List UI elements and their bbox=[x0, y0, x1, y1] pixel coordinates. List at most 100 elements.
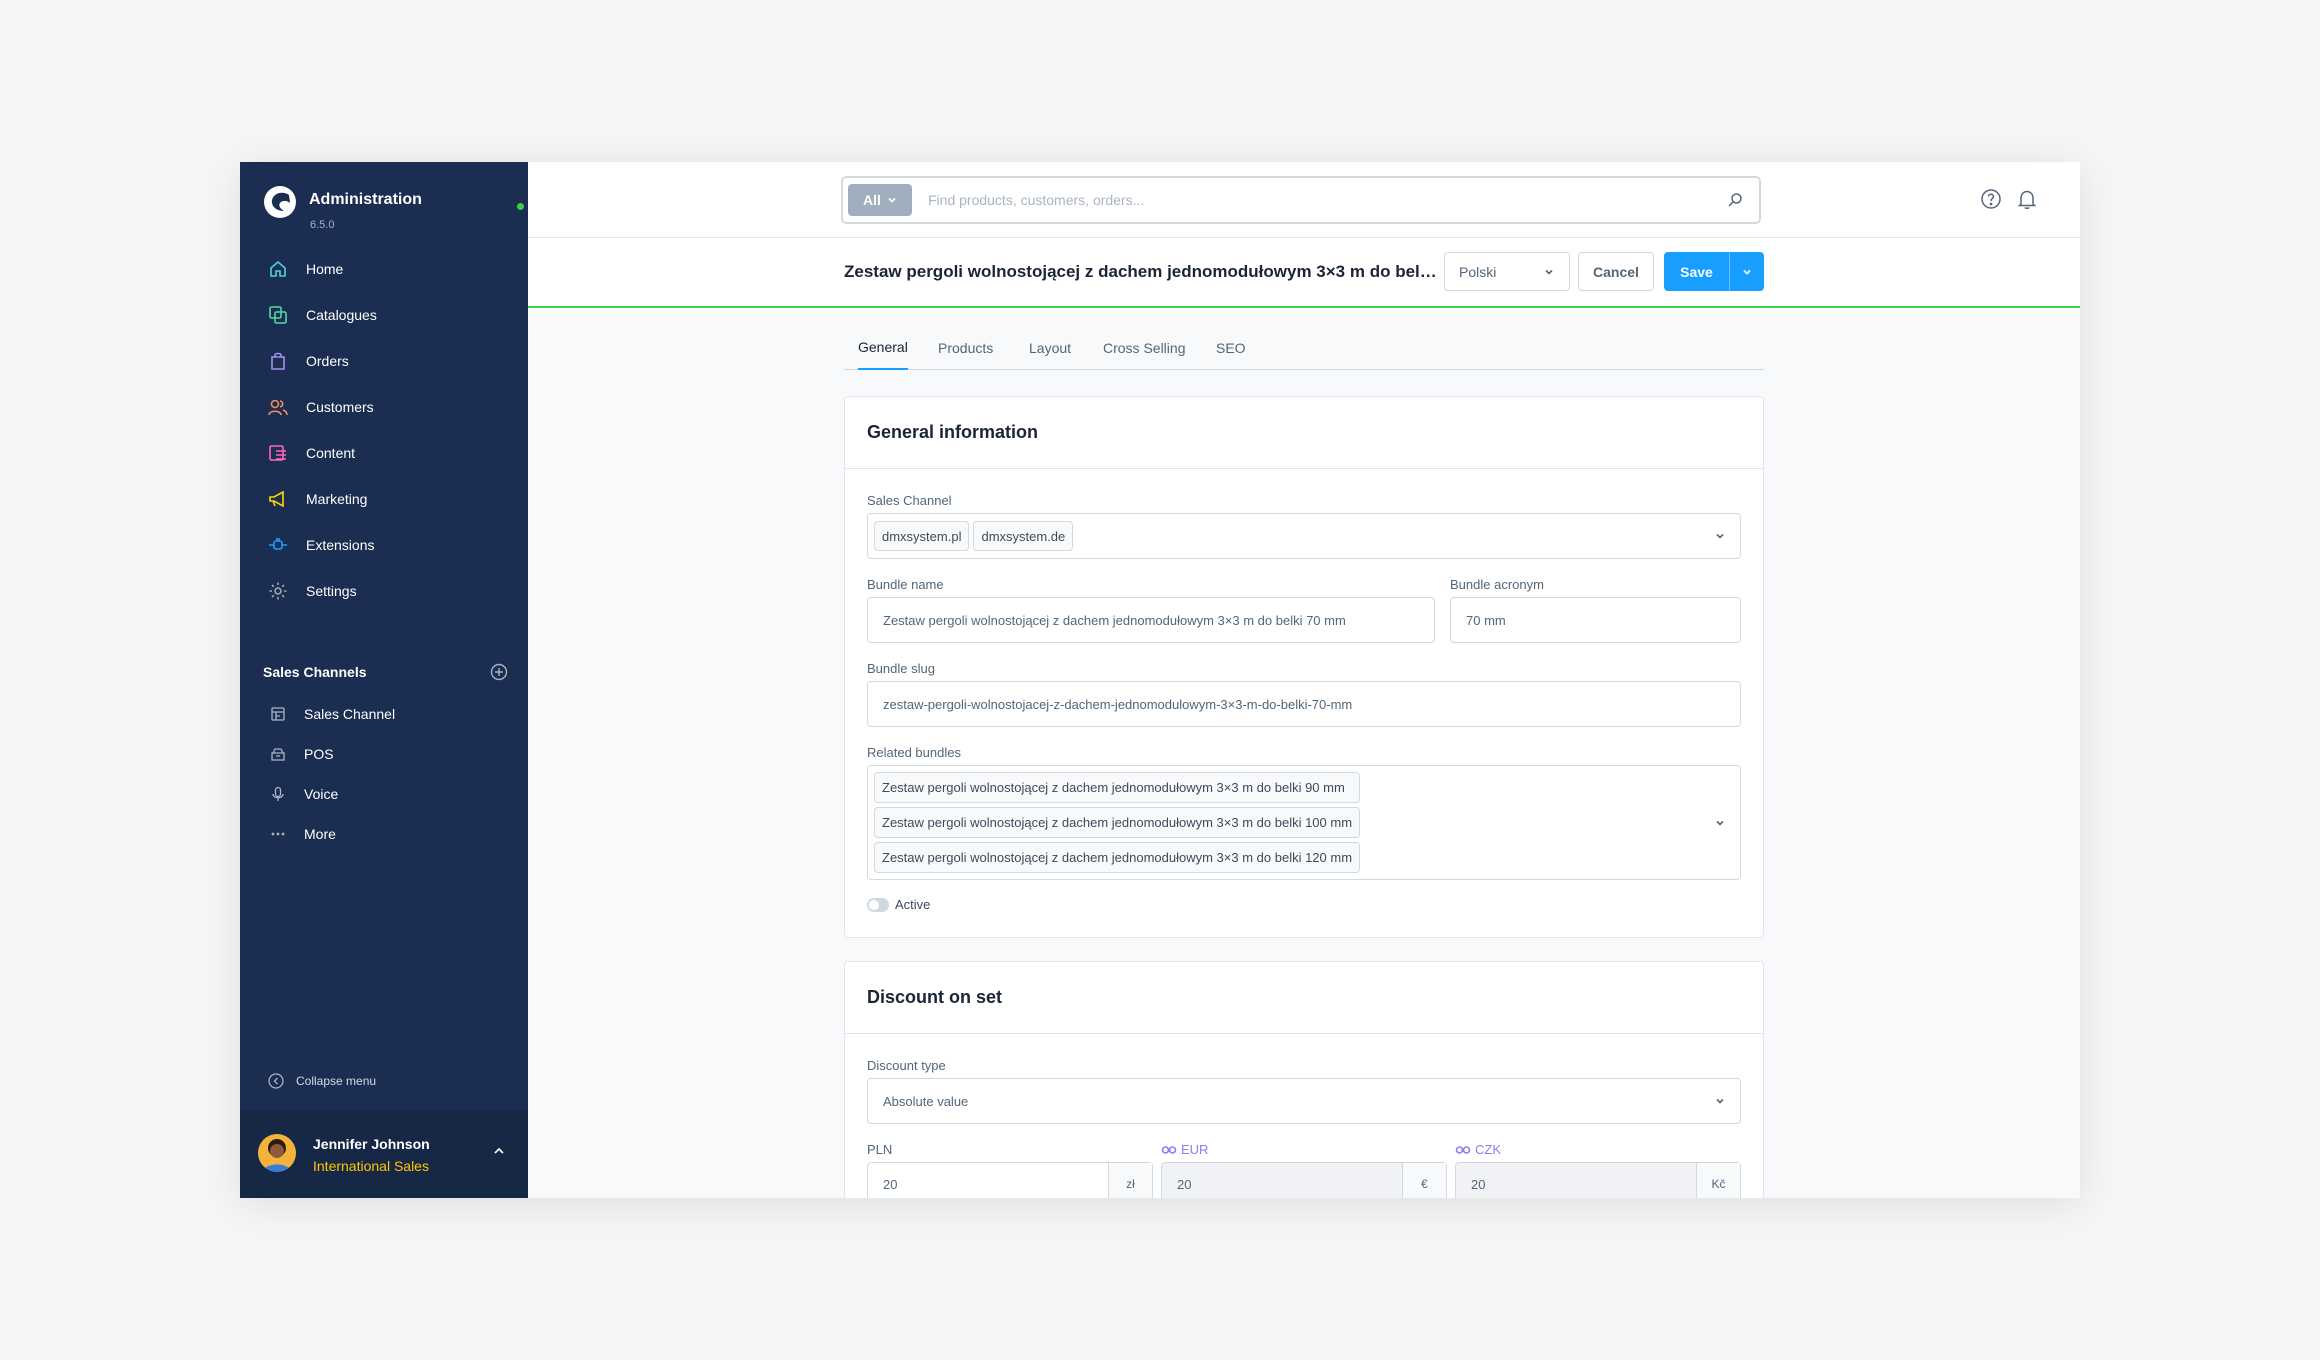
save-button[interactable]: Save bbox=[1664, 252, 1729, 291]
main-content: General Products Layout Cross Selling SE… bbox=[528, 310, 2080, 1198]
nav-item-customers[interactable]: Customers bbox=[240, 384, 528, 430]
app-version: 6.5.0 bbox=[310, 219, 335, 231]
link-icon[interactable] bbox=[1455, 1145, 1471, 1155]
sales-channel-label-more: More bbox=[304, 826, 336, 842]
tab-products[interactable]: Products bbox=[938, 326, 993, 370]
search-icon[interactable] bbox=[1727, 192, 1743, 208]
sidebar: Administration 6.5.0 Home Catalogues Ord… bbox=[240, 162, 528, 1198]
language-switch[interactable]: Polski bbox=[1444, 252, 1570, 291]
price-input-czk[interactable]: 20 Kč bbox=[1455, 1162, 1741, 1198]
currency-label-eur-wrap: EUR bbox=[1161, 1142, 1208, 1157]
bundle-acronym-value: 70 mm bbox=[1466, 612, 1506, 628]
related-bundles-select[interactable]: Zestaw pergoli wolnostojącej z dachem je… bbox=[867, 765, 1741, 880]
user-profile[interactable]: Jennifer Johnson International Sales bbox=[240, 1110, 528, 1198]
add-sales-channel-icon[interactable] bbox=[490, 663, 508, 681]
sales-channel-select[interactable]: dmxsystem.pl dmxsystem.de bbox=[867, 513, 1741, 559]
brand[interactable]: Administration 6.5.0 bbox=[260, 180, 524, 240]
currency-label-czk-wrap: CZK bbox=[1455, 1142, 1501, 1157]
sales-channel-chip[interactable]: dmxsystem.de bbox=[973, 521, 1074, 551]
tab-layout[interactable]: Layout bbox=[1029, 326, 1071, 370]
customers-icon bbox=[267, 396, 289, 418]
link-icon[interactable] bbox=[1161, 1145, 1177, 1155]
related-bundle-chip[interactable]: Zestaw pergoli wolnostojącej z dachem je… bbox=[874, 842, 1361, 873]
nav-label-catalogues: Catalogues bbox=[306, 307, 377, 323]
collapse-menu-button[interactable]: Collapse menu bbox=[268, 1073, 376, 1089]
chevron-up-icon[interactable] bbox=[492, 1144, 506, 1158]
currency-symbol-czk: Kč bbox=[1696, 1163, 1740, 1198]
shopware-logo-icon bbox=[264, 186, 296, 218]
user-name: Jennifer Johnson bbox=[313, 1136, 430, 1152]
bundle-acronym-input[interactable]: 70 mm bbox=[1450, 597, 1741, 643]
save-button-group: Save bbox=[1664, 252, 1764, 291]
top-bar: All bbox=[528, 162, 2080, 238]
nav-item-extensions[interactable]: Extensions bbox=[240, 522, 528, 568]
bundle-slug-input[interactable]: zestaw-pergoli-wolnostojacej-z-dachem-je… bbox=[867, 681, 1741, 727]
main-nav: Home Catalogues Orders Customers Content… bbox=[240, 246, 528, 614]
price-value-eur: 20 bbox=[1177, 1176, 1192, 1192]
sales-channel-item-voice[interactable]: Voice bbox=[240, 774, 528, 814]
nav-label-customers: Customers bbox=[306, 399, 374, 415]
related-bundle-chip[interactable]: Zestaw pergoli wolnostojącej z dachem je… bbox=[874, 772, 1361, 803]
nav-label-content: Content bbox=[306, 445, 356, 461]
notifications-bell-icon[interactable] bbox=[2016, 188, 2038, 210]
chevron-down-icon bbox=[1716, 820, 1724, 826]
search-type-dropdown[interactable]: All bbox=[848, 184, 912, 216]
tab-general[interactable]: General bbox=[858, 326, 908, 370]
active-toggle[interactable] bbox=[867, 898, 889, 912]
tab-cross-selling[interactable]: Cross Selling bbox=[1103, 326, 1185, 370]
price-input-pln[interactable]: 20 zł bbox=[867, 1162, 1153, 1198]
currency-symbol-eur: € bbox=[1402, 1163, 1446, 1198]
microphone-icon bbox=[269, 785, 287, 803]
cancel-button[interactable]: Cancel bbox=[1578, 252, 1654, 291]
nav-item-marketing[interactable]: Marketing bbox=[240, 476, 528, 522]
general-information-title: General information bbox=[845, 397, 1763, 469]
save-options-toggle[interactable] bbox=[1729, 252, 1764, 291]
currency-label-eur: EUR bbox=[1181, 1142, 1209, 1157]
nav-item-orders[interactable]: Orders bbox=[240, 338, 528, 384]
search-input[interactable] bbox=[928, 192, 1727, 208]
bundle-name-input[interactable]: Zestaw pergoli wolnostojącej z dachem je… bbox=[867, 597, 1435, 643]
sales-channel-label: Sales Channel bbox=[867, 493, 952, 508]
sales-channel-item-storefront[interactable]: Sales Channel bbox=[240, 694, 528, 734]
chevron-down-icon bbox=[888, 197, 896, 203]
sales-channels-list: Sales Channel POS Voice More bbox=[240, 694, 528, 854]
discount-type-select[interactable]: Absolute value bbox=[867, 1078, 1741, 1124]
sales-channel-label-storefront: Sales Channel bbox=[304, 706, 396, 722]
chevron-down-icon bbox=[1743, 269, 1751, 275]
nav-item-home[interactable]: Home bbox=[240, 246, 528, 292]
user-role: International Sales bbox=[313, 1158, 429, 1174]
content-icon bbox=[267, 442, 289, 464]
nav-label-marketing: Marketing bbox=[306, 491, 368, 507]
general-information-card: General information Sales Channel dmxsys… bbox=[844, 396, 1764, 938]
storefront-icon bbox=[269, 705, 287, 723]
bundle-name-value: Zestaw pergoli wolnostojącej z dachem je… bbox=[883, 612, 1346, 628]
home-icon bbox=[267, 258, 289, 280]
price-input-eur[interactable]: 20 € bbox=[1161, 1162, 1447, 1198]
related-bundle-chip[interactable]: Zestaw pergoli wolnostojącej z dachem je… bbox=[874, 807, 1361, 838]
active-label: Active bbox=[895, 897, 931, 912]
chevron-down-icon bbox=[1545, 269, 1553, 275]
tab-bar: General Products Layout Cross Selling SE… bbox=[844, 326, 1764, 370]
sales-channel-item-pos[interactable]: POS bbox=[240, 734, 528, 774]
sales-channel-item-more[interactable]: More bbox=[240, 814, 528, 854]
discount-title: Discount on set bbox=[845, 962, 1763, 1034]
tab-seo[interactable]: SEO bbox=[1216, 326, 1246, 370]
nav-item-settings[interactable]: Settings bbox=[240, 568, 528, 614]
chevron-down-icon bbox=[1716, 533, 1724, 539]
collapse-arrow-icon bbox=[268, 1073, 284, 1089]
global-search: All bbox=[841, 176, 1761, 224]
more-icon bbox=[269, 825, 287, 843]
price-value-czk: 20 bbox=[1471, 1176, 1486, 1192]
help-icon[interactable] bbox=[1980, 188, 2002, 210]
sales-channels-header: Sales Channels bbox=[263, 660, 508, 684]
discount-type-label: Discount type bbox=[867, 1058, 946, 1073]
nav-item-content[interactable]: Content bbox=[240, 430, 528, 476]
price-value-pln: 20 bbox=[883, 1176, 898, 1192]
sales-channel-chip[interactable]: dmxsystem.pl bbox=[874, 521, 970, 551]
avatar bbox=[258, 1134, 296, 1172]
language-value: Polski bbox=[1459, 263, 1497, 280]
nav-label-extensions: Extensions bbox=[306, 537, 375, 553]
currency-label-pln: PLN bbox=[867, 1142, 893, 1157]
sales-channel-label-voice: Voice bbox=[304, 786, 339, 802]
nav-item-catalogues[interactable]: Catalogues bbox=[240, 292, 528, 338]
